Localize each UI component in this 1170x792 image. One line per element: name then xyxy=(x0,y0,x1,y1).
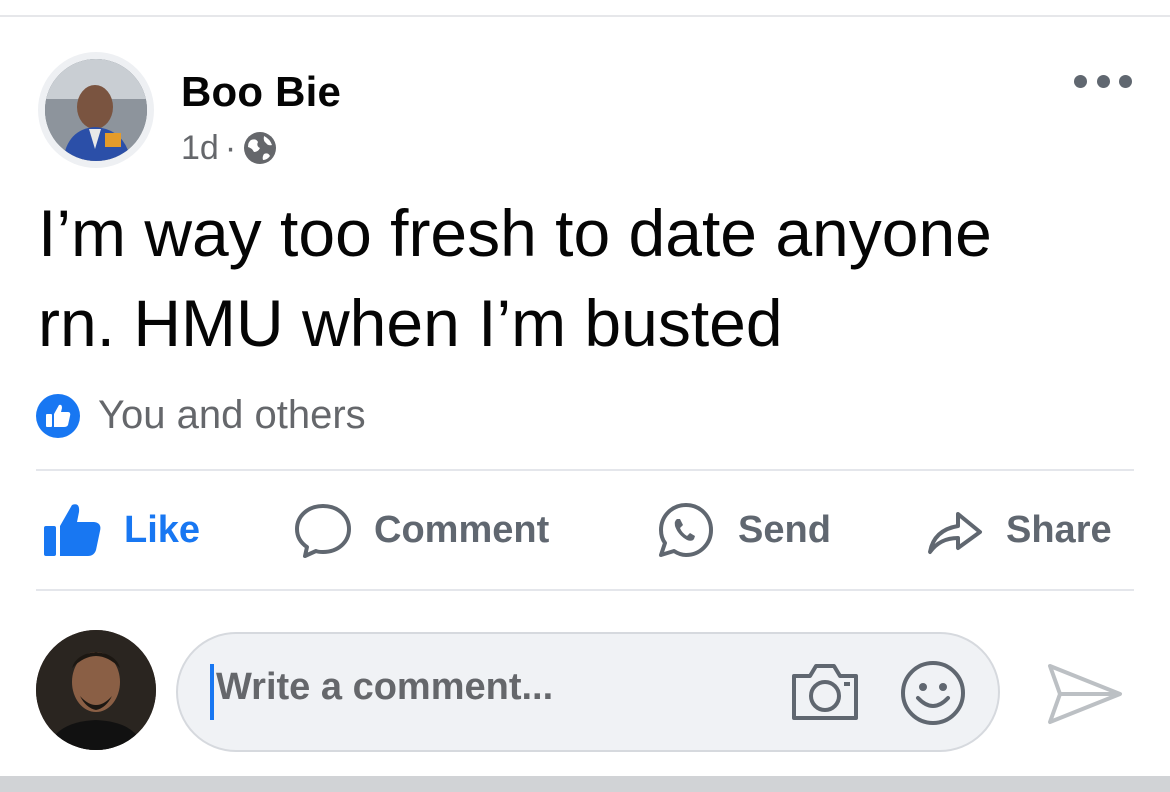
more-options-icon[interactable] xyxy=(1074,66,1132,96)
text-caret xyxy=(210,664,214,720)
send-label: Send xyxy=(738,508,831,551)
share-button[interactable]: Share xyxy=(926,500,1112,560)
emoji-icon[interactable] xyxy=(900,660,966,726)
author-name[interactable]: Boo Bie xyxy=(181,68,341,116)
current-user-avatar[interactable] xyxy=(36,630,156,750)
post-text-line: I’m way too fresh to date anyone xyxy=(38,196,992,270)
comment-button[interactable]: Comment xyxy=(294,500,549,560)
post-text: I’m way too fresh to date anyone rn. HMU… xyxy=(38,188,1138,368)
divider xyxy=(36,469,1134,471)
like-reaction-icon xyxy=(36,393,80,438)
whatsapp-icon xyxy=(659,503,713,557)
like-label: Like xyxy=(124,508,201,551)
author-photo xyxy=(45,59,147,161)
post-text-line: rn. HMU when I’m busted xyxy=(38,286,783,360)
author-avatar[interactable] xyxy=(38,52,154,168)
thumbs-up-icon xyxy=(44,504,101,556)
globe-icon xyxy=(244,132,277,164)
share-label: Share xyxy=(1006,508,1112,551)
top-divider xyxy=(0,15,1170,17)
comment-label: Comment xyxy=(374,508,550,551)
send-comment-icon[interactable] xyxy=(1046,660,1124,728)
comment-placeholder: Write a comment... xyxy=(216,666,554,708)
share-arrow-icon xyxy=(928,512,982,554)
camera-icon[interactable] xyxy=(790,660,860,724)
send-button[interactable]: Send xyxy=(656,500,831,560)
reactions-text: You and others xyxy=(98,393,366,437)
post-time[interactable]: 1d xyxy=(181,129,219,168)
meta-separator: · xyxy=(224,128,237,167)
like-button[interactable]: Like xyxy=(44,500,200,560)
comment-icon xyxy=(295,504,351,558)
divider xyxy=(36,589,1134,591)
reactions-summary[interactable]: You and others xyxy=(36,393,366,438)
bottom-bar xyxy=(0,776,1170,792)
post-meta: 1d · xyxy=(181,126,278,170)
